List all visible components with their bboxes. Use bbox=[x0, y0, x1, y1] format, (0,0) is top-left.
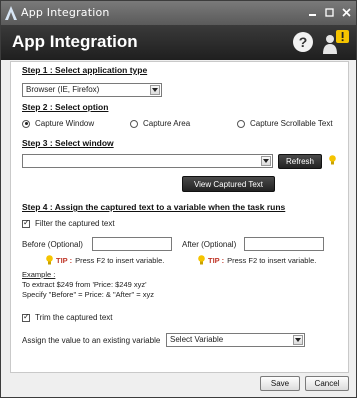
before-tip: TIP : Press F2 to insert variable. bbox=[46, 255, 164, 265]
radio-capture-window[interactable]: Capture Window bbox=[22, 119, 94, 128]
window-controls bbox=[304, 4, 354, 20]
radio-capture-scrollable-text[interactable]: Capture Scrollable Text bbox=[237, 119, 333, 128]
help-icon[interactable]: ? bbox=[293, 32, 313, 52]
chevron-down-icon[interactable] bbox=[293, 335, 303, 345]
after-tip: TIP : Press F2 to insert variable. bbox=[198, 255, 316, 265]
step3-title: Step 3 : Select window bbox=[22, 138, 114, 148]
close-button[interactable] bbox=[338, 4, 354, 20]
chevron-down-icon[interactable] bbox=[261, 156, 271, 166]
page-title: App Integration bbox=[12, 32, 138, 51]
after-input[interactable] bbox=[244, 237, 324, 251]
before-label: Before (Optional) bbox=[22, 240, 83, 249]
minimize-icon bbox=[308, 13, 316, 16]
maximize-icon bbox=[324, 7, 334, 17]
radio-button[interactable] bbox=[237, 119, 245, 128]
tip-text: Press F2 to insert variable. bbox=[227, 255, 317, 265]
example-line-1: To extract $249 from 'Price: $249 xyz' bbox=[22, 280, 147, 289]
trim-checkbox[interactable] bbox=[22, 312, 30, 322]
radio-label: Capture Scrollable Text bbox=[250, 119, 333, 128]
title-bar[interactable]: App Integration bbox=[1, 1, 356, 25]
radio-label: Capture Area bbox=[143, 119, 191, 128]
variable-select[interactable]: Select Variable bbox=[166, 333, 305, 347]
trim-checkbox-row[interactable]: Trim the captured text bbox=[22, 312, 113, 322]
save-button[interactable]: Save bbox=[260, 376, 300, 391]
app-integration-window: App Integration App Integration ? Step 1… bbox=[0, 0, 357, 398]
filter-label: Filter the captured text bbox=[35, 219, 115, 228]
assign-variable-label: Assign the value to an existing variable bbox=[22, 336, 161, 345]
step2-title: Step 2 : Select option bbox=[22, 102, 109, 112]
lightbulb-icon bbox=[198, 255, 205, 265]
chevron-down-icon[interactable] bbox=[150, 85, 160, 95]
app-logo-icon bbox=[5, 6, 17, 20]
tip-word: TIP : bbox=[208, 255, 225, 265]
radio-label: Capture Window bbox=[35, 119, 95, 128]
application-type-value: Browser (IE, Firefox) bbox=[26, 85, 100, 94]
dialog-content: Step 1 : Select application type Browser… bbox=[10, 61, 349, 373]
window-select[interactable] bbox=[22, 154, 273, 168]
window-title: App Integration bbox=[21, 6, 110, 19]
step1-title: Step 1 : Select application type bbox=[22, 65, 148, 75]
example-block: Example : To extract $249 from 'Price: $… bbox=[22, 270, 154, 300]
tip-word: TIP : bbox=[56, 255, 73, 265]
minimize-button[interactable] bbox=[304, 4, 320, 20]
view-captured-text-button[interactable]: View Captured Text bbox=[182, 176, 275, 192]
trim-label: Trim the captured text bbox=[35, 313, 113, 322]
variable-select-value: Select Variable bbox=[170, 335, 224, 344]
lightbulb-icon bbox=[46, 255, 53, 265]
dialog-header: App Integration ? bbox=[1, 25, 356, 60]
filter-checkbox[interactable] bbox=[22, 218, 30, 228]
filter-checkbox-row[interactable]: Filter the captured text bbox=[22, 218, 115, 228]
radio-capture-area[interactable]: Capture Area bbox=[130, 119, 190, 128]
step4-title: Step 4 : Assign the captured text to a v… bbox=[22, 202, 286, 212]
cancel-button[interactable]: Cancel bbox=[305, 376, 349, 391]
maximize-button[interactable] bbox=[321, 4, 337, 20]
close-icon bbox=[341, 7, 351, 17]
refresh-button[interactable]: Refresh bbox=[278, 154, 322, 169]
user-alert-icon[interactable] bbox=[321, 28, 351, 56]
tip-text: Press F2 to insert variable. bbox=[75, 255, 165, 265]
radio-button[interactable] bbox=[130, 119, 138, 128]
application-type-select[interactable]: Browser (IE, Firefox) bbox=[22, 83, 162, 97]
example-title: Example : bbox=[22, 270, 56, 279]
after-label: After (Optional) bbox=[182, 240, 237, 249]
example-line-2: Specify "Before" = Price: & "After" = xy… bbox=[22, 290, 154, 299]
lightbulb-icon bbox=[329, 155, 336, 165]
radio-button-selected[interactable] bbox=[22, 119, 30, 128]
before-input[interactable] bbox=[92, 237, 172, 251]
